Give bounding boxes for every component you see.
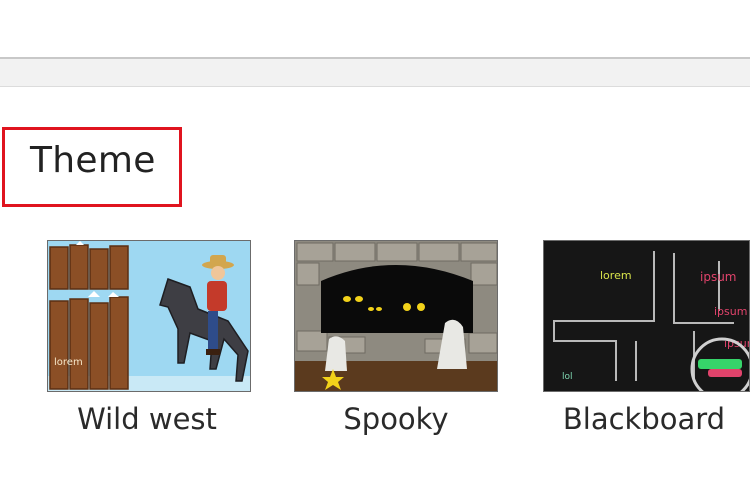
blackboard-thumb-text-1: lorem <box>600 269 632 282</box>
theme-option-spooky[interactable] <box>294 240 498 400</box>
wild-west-thumb-text: lorem <box>54 357 83 368</box>
spooky-thumbnail <box>294 240 498 392</box>
blackboard-thumb-text-2: ipsum <box>700 270 737 284</box>
spooky-label: Spooky <box>343 402 449 436</box>
wild-west-thumbnail: lorem <box>47 240 251 392</box>
blackboard-thumb-text-3: ipsum <box>714 305 747 318</box>
theme-option-blackboard[interactable]: lorem ipsum ipsum ipsum lol <box>543 240 750 400</box>
blackboard-thumb-text-5: lol <box>562 372 573 382</box>
top-divider-bar <box>0 57 750 87</box>
theme-section-title: Theme <box>30 140 156 181</box>
theme-option-wild-west[interactable]: lorem <box>47 240 251 400</box>
blackboard-thumbnail: lorem ipsum ipsum ipsum lol <box>543 240 750 392</box>
blackboard-label: Blackboard <box>562 402 726 436</box>
wild-west-label: Wild west <box>77 402 217 436</box>
